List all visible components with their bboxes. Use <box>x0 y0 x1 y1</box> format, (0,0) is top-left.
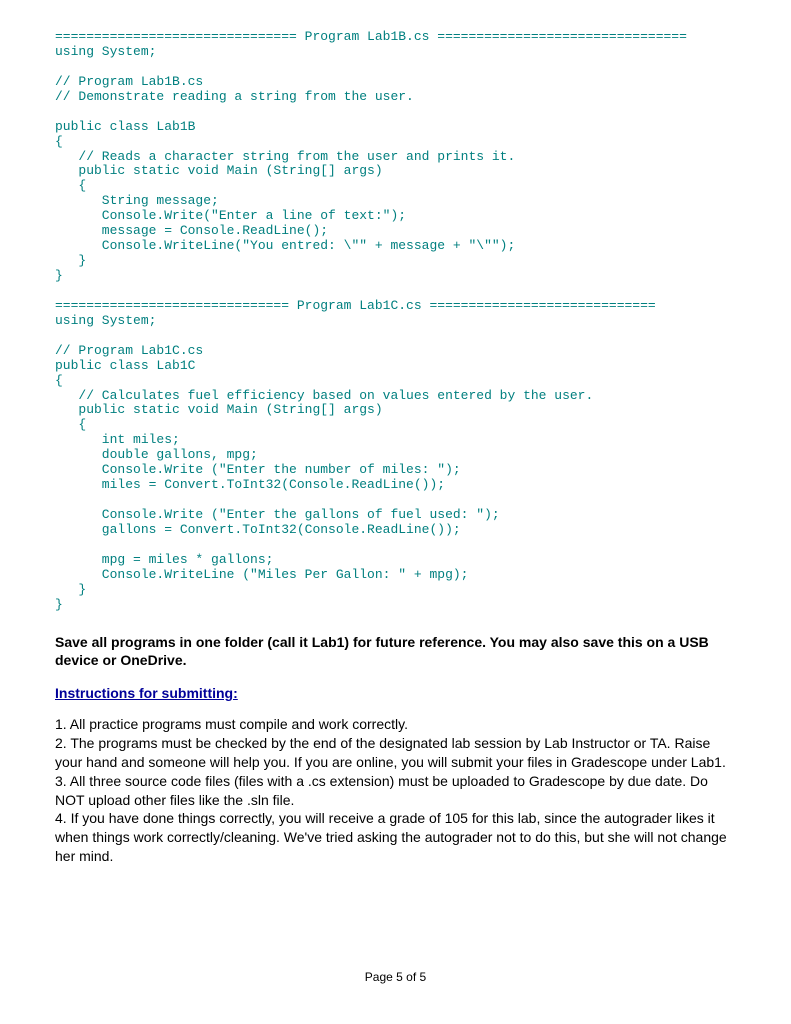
code-block: =============================== Program … <box>55 30 736 613</box>
list-item: 2. The programs must be checked by the e… <box>55 734 736 772</box>
instructions-heading: Instructions for submitting: <box>55 685 736 701</box>
document-page: =============================== Program … <box>0 0 791 1024</box>
save-instruction: Save all programs in one folder (call it… <box>55 633 736 669</box>
instructions-list: 1. All practice programs must compile an… <box>55 715 736 866</box>
list-item: 3. All three source code files (files wi… <box>55 772 736 810</box>
page-footer: Page 5 of 5 <box>0 970 791 984</box>
list-item: 1. All practice programs must compile an… <box>55 715 736 734</box>
list-item: 4. If you have done things correctly, yo… <box>55 809 736 866</box>
